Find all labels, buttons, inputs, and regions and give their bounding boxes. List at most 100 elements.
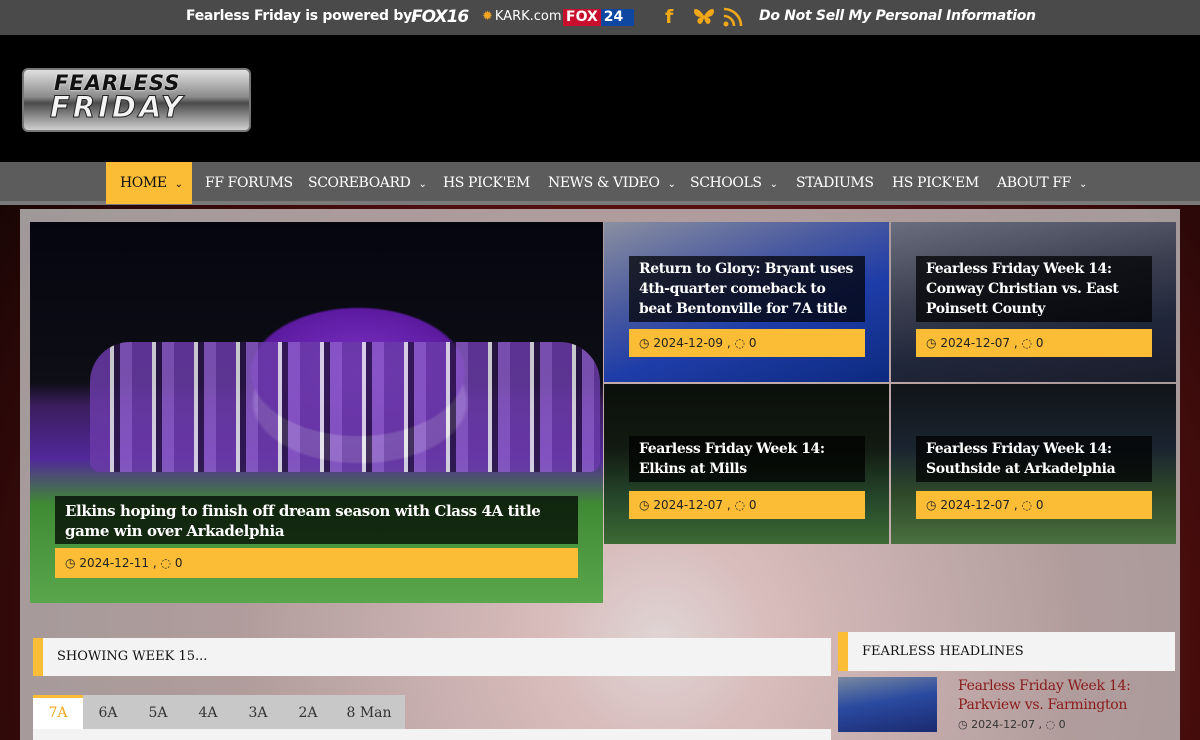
nav-stadiums[interactable]: STADIUMS <box>796 162 874 204</box>
comment-icon: ◌ <box>160 556 172 570</box>
butterfly-svg <box>694 8 714 24</box>
site-header: FEARLESS FRIDAY <box>0 35 1200 162</box>
kark-logo[interactable]: ✹ KARK.com <box>482 9 562 24</box>
headline-title[interactable]: Fearless Friday Week 14: Parkview vs. Fa… <box>958 677 1173 715</box>
nav-home-label: HOME <box>120 175 167 191</box>
nav-hs-pickem[interactable]: HS PICK'EM <box>443 162 530 204</box>
featured-comments-3[interactable]: 0 <box>749 498 757 512</box>
featured-meta-1: ◷ 2024-12-09 , ◌ 0 <box>629 329 865 357</box>
nav-about-ff[interactable]: ABOUT FF ⌄ <box>997 162 1087 204</box>
powered-by-text: Fearless Friday is powered by: <box>186 8 418 24</box>
headline-meta: ◷ 2024-12-07 , ◌ 0 <box>958 718 1066 731</box>
meta-separator: , <box>1013 498 1018 512</box>
featured-story-3[interactable]: Fearless Friday Week 14: Elkins at Mills… <box>604 384 889 544</box>
featured-date-4: 2024-12-07 <box>940 498 1011 512</box>
featured-comments-1[interactable]: 0 <box>749 336 757 350</box>
main-nav: HOME ⌄ FF FORUMS SCOREBOARD ⌄ HS PICK'EM N… <box>0 162 1200 205</box>
fox24-logo-fox: FOX <box>563 9 601 26</box>
nav-schools[interactable]: SCHOOLS ⌄ <box>690 162 778 204</box>
tab-2a[interactable]: 2A <box>283 695 333 729</box>
featured-title-1[interactable]: Return to Glory: Bryant uses 4th-quarter… <box>629 256 865 322</box>
fearless-friday-logo[interactable]: FEARLESS FRIDAY <box>22 68 251 132</box>
nav-schools-label: SCHOOLS <box>690 175 762 191</box>
comment-icon: ◌ <box>1021 336 1033 350</box>
nav-hs-pickem-2[interactable]: HS PICK'EM <box>892 162 979 204</box>
players-graphic <box>90 342 600 472</box>
comment-icon: ◌ <box>734 336 746 350</box>
week-panel-heading: SHOWING WEEK 15... <box>33 638 831 676</box>
comment-icon: ◌ <box>1021 498 1033 512</box>
featured-comments-2[interactable]: 0 <box>1036 336 1044 350</box>
do-not-sell-link[interactable]: Do Not Sell My Personal Information <box>759 8 1036 24</box>
nav-ff-forums[interactable]: FF FORUMS <box>205 162 293 204</box>
chevron-down-icon: ⌄ <box>1078 179 1087 190</box>
featured-title-3[interactable]: Fearless Friday Week 14: Elkins at Mills <box>629 436 865 482</box>
clock-icon: ◷ <box>639 498 650 512</box>
featured-meta-2: ◷ 2024-12-07 , ◌ 0 <box>916 329 1152 357</box>
clock-icon: ◷ <box>926 336 937 350</box>
featured-main-story[interactable]: Elkins hoping to finish off dream season… <box>30 222 603 603</box>
meta-separator: , <box>1013 336 1018 350</box>
chevron-down-icon: ⌄ <box>769 179 778 190</box>
clock-icon: ◷ <box>639 336 650 350</box>
tab-4a[interactable]: 4A <box>183 695 233 729</box>
rss-icon[interactable] <box>722 6 744 33</box>
chevron-down-icon: ⌄ <box>418 179 427 190</box>
headline-comments[interactable]: 0 <box>1059 718 1066 731</box>
nav-scoreboard[interactable]: SCOREBOARD ⌄ <box>308 162 427 204</box>
featured-title-2[interactable]: Fearless Friday Week 14: Conway Christia… <box>916 256 1152 322</box>
clock-icon: ◷ <box>926 498 937 512</box>
tab-6a[interactable]: 6A <box>83 695 133 729</box>
fox16-logo[interactable]: FOX16 <box>411 7 469 27</box>
meta-separator: , <box>726 498 731 512</box>
nav-news-video[interactable]: NEWS & VIDEO ⌄ <box>548 162 676 204</box>
tab-content-area <box>33 729 831 740</box>
headline-thumbnail[interactable] <box>838 677 937 732</box>
classification-tabs: 7A 6A 5A 4A 3A 2A 8 Man <box>33 695 405 729</box>
featured-date-3: 2024-12-07 <box>653 498 724 512</box>
meta-separator: , <box>152 556 157 570</box>
comment-icon: ◌ <box>734 498 746 512</box>
featured-story-1[interactable]: Return to Glory: Bryant uses 4th-quarter… <box>604 222 889 382</box>
nav-home[interactable]: HOME ⌄ <box>106 162 192 204</box>
bluesky-butterfly-icon[interactable] <box>692 6 716 34</box>
fox24-logo-number: 24 <box>600 9 634 26</box>
featured-date-1: 2024-12-09 <box>653 336 724 350</box>
headline-item[interactable]: Fearless Friday Week 14: Parkview vs. Fa… <box>838 677 1175 737</box>
fox24-logo[interactable]: FOX 24 <box>563 9 634 26</box>
chevron-down-icon: ⌄ <box>174 179 183 190</box>
featured-main-title[interactable]: Elkins hoping to finish off dream season… <box>55 496 578 544</box>
tab-5a[interactable]: 5A <box>133 695 183 729</box>
logo-line-2: FRIDAY <box>49 90 186 125</box>
top-bar: Fearless Friday is powered by: FOX16 ✹ KA… <box>0 0 1200 35</box>
nav-stadiums-label: STADIUMS <box>796 175 874 191</box>
nav-ff-forums-label: FF FORUMS <box>205 175 293 191</box>
tab-8-man[interactable]: 8 Man <box>333 695 405 729</box>
featured-story-4[interactable]: Fearless Friday Week 14: Southside at Ar… <box>891 384 1176 544</box>
kark-logo-text: KARK.com <box>494 9 562 24</box>
clock-icon: ◷ <box>958 718 968 731</box>
featured-date-2: 2024-12-07 <box>940 336 1011 350</box>
headline-date: 2024-12-07 <box>971 718 1036 731</box>
facebook-icon[interactable]: f <box>665 6 673 28</box>
featured-main-comments[interactable]: 0 <box>175 556 183 570</box>
rss-svg <box>723 7 743 27</box>
nbc-peacock-icon: ✹ <box>482 9 493 24</box>
featured-title-4[interactable]: Fearless Friday Week 14: Southside at Ar… <box>916 436 1152 482</box>
featured-story-2[interactable]: Fearless Friday Week 14: Conway Christia… <box>891 222 1176 382</box>
featured-meta-4: ◷ 2024-12-07 , ◌ 0 <box>916 491 1152 519</box>
meta-separator: , <box>1038 718 1043 731</box>
featured-meta-3: ◷ 2024-12-07 , ◌ 0 <box>629 491 865 519</box>
nav-scoreboard-label: SCOREBOARD <box>308 175 411 191</box>
comment-icon: ◌ <box>1045 718 1056 731</box>
nav-news-video-label: NEWS & VIDEO <box>548 175 660 191</box>
featured-main-date: 2024-12-11 <box>79 556 150 570</box>
featured-comments-4[interactable]: 0 <box>1036 498 1044 512</box>
headlines-heading: FEARLESS HEADLINES <box>838 632 1175 671</box>
nav-about-ff-label: ABOUT FF <box>997 175 1071 191</box>
nav-hs-pickem-label: HS PICK'EM <box>443 175 530 191</box>
tab-7a[interactable]: 7A <box>33 695 83 729</box>
tab-3a[interactable]: 3A <box>233 695 283 729</box>
meta-separator: , <box>726 336 731 350</box>
nav-hs-pickem-2-label: HS PICK'EM <box>892 175 979 191</box>
